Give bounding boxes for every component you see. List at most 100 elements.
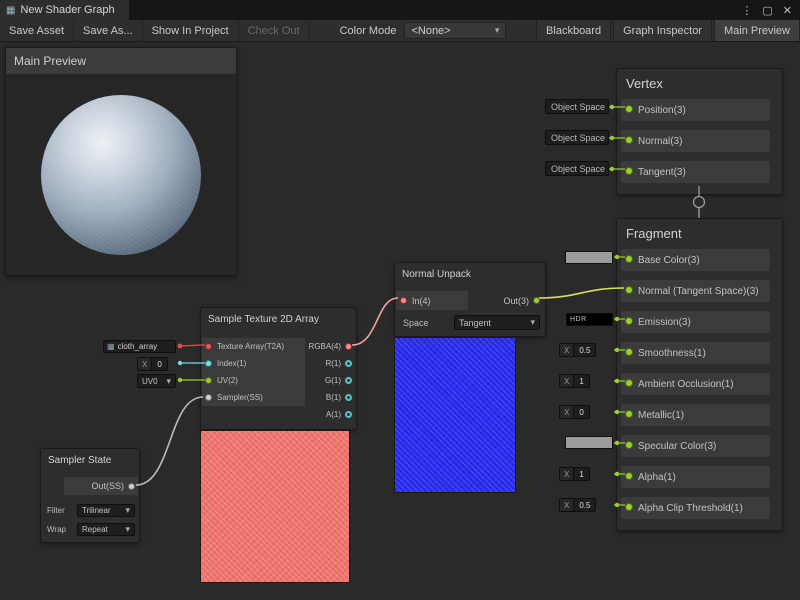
a-port-label: A(1) bbox=[326, 410, 341, 419]
filter-dropdown[interactable]: Trilinear ▾ bbox=[77, 504, 135, 517]
blackboard-button[interactable]: Blackboard bbox=[536, 20, 611, 41]
texture-array-port-dot[interactable] bbox=[205, 343, 212, 350]
out-port-row: Out(3) bbox=[503, 291, 540, 310]
save-as-button[interactable]: Save As... bbox=[74, 20, 143, 41]
emission-port-dot[interactable] bbox=[625, 317, 633, 325]
sample-texture-2d-array-node[interactable]: Sample Texture 2D Array Texture Array(T2… bbox=[200, 307, 357, 430]
index-port-dot[interactable] bbox=[205, 360, 212, 367]
uv-port-dot[interactable] bbox=[205, 377, 212, 384]
port-row-specular-color: Specular Color(3) bbox=[621, 435, 770, 457]
base-color-swatch[interactable] bbox=[565, 251, 613, 264]
metallic-port-dot[interactable] bbox=[625, 410, 633, 418]
space-value: Tangent bbox=[459, 318, 491, 328]
out-ss-port-dot[interactable] bbox=[128, 483, 135, 490]
normal-unpack-node[interactable]: Normal Unpack In(4) Out(3) Space Tangent… bbox=[394, 262, 546, 337]
main-preview-panel[interactable]: Main Preview bbox=[5, 47, 237, 276]
check-out-button: Check Out bbox=[239, 20, 310, 41]
rgba-port-dot[interactable] bbox=[345, 343, 352, 350]
alpha-clip-port-label: Alpha Clip Threshold(1) bbox=[638, 503, 743, 514]
specular-color-port-dot[interactable] bbox=[625, 441, 633, 449]
fragment-node-title: Fragment bbox=[617, 219, 782, 249]
shader-graph-window: ▦ New Shader Graph ⋮ ▢ ✕ Save Asset Save… bbox=[0, 0, 800, 600]
metallic-value: 0 bbox=[574, 406, 588, 418]
rgba-port-label: RGBA(4) bbox=[309, 342, 341, 351]
ambient-occlusion-port-dot[interactable] bbox=[625, 379, 633, 387]
space-label: Space bbox=[403, 318, 429, 328]
chevron-down-icon: ▾ bbox=[495, 25, 500, 36]
wrap-value: Repeat bbox=[82, 525, 108, 534]
color-mode-value: <None> bbox=[411, 25, 450, 37]
specular-color-swatch[interactable] bbox=[565, 436, 613, 449]
normal-port-dot[interactable] bbox=[625, 136, 633, 144]
space-row: Space Tangent ▾ bbox=[403, 314, 540, 331]
normal-space-dropdown[interactable]: Object Space bbox=[545, 130, 609, 145]
vertex-node[interactable]: Vertex Position(3) Normal(3) Tangent(3) bbox=[616, 68, 783, 195]
port-row-normal: Normal(3) bbox=[621, 130, 770, 152]
sampler-port-label: Sampler(SS) bbox=[217, 393, 263, 402]
tangent-port-dot[interactable] bbox=[625, 167, 633, 175]
b-port-label: B(1) bbox=[326, 393, 341, 402]
ambient-occlusion-port-label: Ambient Occlusion(1) bbox=[638, 379, 734, 390]
window-tab[interactable]: ▦ New Shader Graph bbox=[0, 0, 129, 20]
base-color-port-label: Base Color(3) bbox=[638, 255, 700, 266]
chevron-down-icon: ▾ bbox=[125, 524, 130, 535]
port-row-alpha-clip: Alpha Clip Threshold(1) bbox=[621, 497, 770, 519]
in-port-dot[interactable] bbox=[400, 297, 407, 304]
index-input[interactable]: X 0 bbox=[137, 357, 168, 371]
color-mode-dropdown[interactable]: <None> ▾ bbox=[404, 22, 506, 39]
in-port-label: In(4) bbox=[412, 296, 431, 306]
g-port-dot[interactable] bbox=[345, 377, 352, 384]
save-asset-button[interactable]: Save Asset bbox=[0, 20, 74, 41]
alpha-clip-value: 0.5 bbox=[574, 499, 595, 511]
position-port-dot[interactable] bbox=[625, 105, 633, 113]
smoothness-input[interactable]: X 0.5 bbox=[559, 343, 596, 357]
alpha-port-dot[interactable] bbox=[625, 472, 633, 480]
out-ss-port-label: Out(SS) bbox=[91, 481, 124, 491]
maximize-icon[interactable]: ▢ bbox=[762, 4, 772, 17]
cloth-array-texture-field[interactable]: ▦ cloth_array bbox=[103, 340, 176, 353]
base-color-port-dot[interactable] bbox=[625, 255, 633, 263]
texture-icon: ▦ bbox=[107, 342, 115, 351]
sampler-state-node[interactable]: Sampler State Out(SS) Filter Trilinear ▾… bbox=[40, 448, 140, 543]
sample-output-ports: RGBA(4) R(1) G(1) B(1) A(1) bbox=[283, 338, 355, 423]
sampler-port-dot[interactable] bbox=[205, 394, 212, 401]
main-preview-header[interactable]: Main Preview bbox=[6, 48, 236, 74]
alpha-clip-input[interactable]: X 0.5 bbox=[559, 498, 596, 512]
normal-ts-port-label: Normal (Tangent Space)(3) bbox=[638, 286, 759, 297]
position-space-dropdown[interactable]: Object Space bbox=[545, 99, 609, 114]
toolbar-right-group: Blackboard Graph Inspector Main Preview bbox=[534, 20, 800, 41]
axis-label: X bbox=[560, 375, 574, 387]
wrap-dropdown[interactable]: Repeat ▾ bbox=[77, 523, 135, 536]
b-port-dot[interactable] bbox=[345, 394, 352, 401]
color-mode-label: Color Mode bbox=[310, 20, 405, 41]
space-dropdown[interactable]: Tangent ▾ bbox=[454, 315, 540, 330]
emission-hdr-field[interactable]: HDR bbox=[566, 313, 613, 326]
b-port-row: B(1) bbox=[283, 389, 355, 406]
r-port-dot[interactable] bbox=[345, 360, 352, 367]
normal-ts-port-dot[interactable] bbox=[625, 286, 633, 294]
a-port-dot[interactable] bbox=[345, 411, 352, 418]
fragment-node[interactable]: Fragment Base Color(3) Normal (Tangent S… bbox=[616, 218, 783, 531]
graph-inspector-button[interactable]: Graph Inspector bbox=[613, 20, 712, 41]
metallic-port-label: Metallic(1) bbox=[638, 410, 684, 421]
ambient-occlusion-input[interactable]: X 1 bbox=[559, 374, 590, 388]
main-preview-button[interactable]: Main Preview bbox=[714, 20, 800, 41]
chevron-down-icon: ▾ bbox=[530, 317, 535, 328]
alpha-input[interactable]: X 1 bbox=[559, 467, 590, 481]
menu-icon[interactable]: ⋮ bbox=[741, 4, 752, 17]
alpha-clip-port-dot[interactable] bbox=[625, 503, 633, 511]
show-in-project-button[interactable]: Show In Project bbox=[143, 20, 239, 41]
filter-label: Filter bbox=[47, 506, 65, 515]
port-row-metallic: Metallic(1) bbox=[621, 404, 770, 426]
tangent-space-dropdown[interactable]: Object Space bbox=[545, 161, 609, 176]
out-port-dot[interactable] bbox=[533, 297, 540, 304]
chevron-down-icon: ▾ bbox=[125, 505, 130, 516]
axis-label: X bbox=[560, 468, 574, 480]
port-row-normal-ts: Normal (Tangent Space)(3) bbox=[621, 280, 770, 302]
metallic-input[interactable]: X 0 bbox=[559, 405, 590, 419]
filter-row: Filter Trilinear ▾ bbox=[47, 503, 135, 518]
smoothness-port-dot[interactable] bbox=[625, 348, 633, 356]
uv-channel-dropdown[interactable]: UV0 ▾ bbox=[137, 374, 176, 388]
close-icon[interactable]: ✕ bbox=[783, 4, 792, 17]
alpha-value: 1 bbox=[574, 468, 588, 480]
